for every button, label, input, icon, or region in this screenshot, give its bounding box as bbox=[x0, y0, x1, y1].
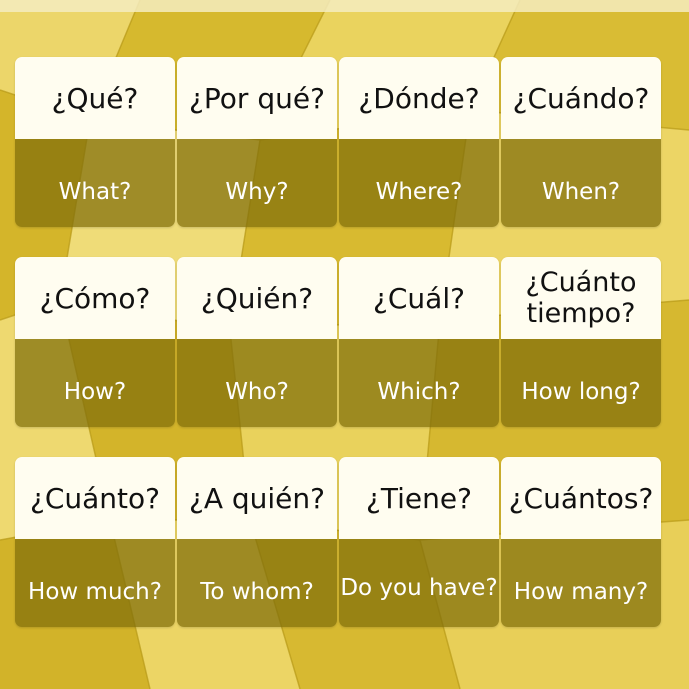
english-translation: How long? bbox=[501, 339, 661, 427]
card-cual: ¿Cuál? Which? bbox=[339, 257, 499, 427]
english-translation: What? bbox=[15, 139, 175, 227]
card-cuanto-tiempo: ¿Cuánto tiempo? How long? bbox=[501, 257, 661, 427]
spanish-word: ¿Cuándo? bbox=[501, 57, 661, 139]
english-translation: Do you have? bbox=[339, 539, 499, 627]
english-translation: To whom? bbox=[177, 539, 337, 627]
english-translation: Why? bbox=[177, 139, 337, 227]
card-a-quien: ¿A quién? To whom? bbox=[177, 457, 337, 627]
spanish-word: ¿A quién? bbox=[177, 457, 337, 539]
spanish-word: ¿Por qué? bbox=[177, 57, 337, 139]
english-translation: How many? bbox=[501, 539, 661, 627]
spanish-word: ¿Quién? bbox=[177, 257, 337, 339]
spanish-word: ¿Tiene? bbox=[339, 457, 499, 539]
english-translation: How much? bbox=[15, 539, 175, 627]
english-translation: Who? bbox=[177, 339, 337, 427]
english-translation: When? bbox=[501, 139, 661, 227]
card-donde: ¿Dónde? Where? bbox=[339, 57, 499, 227]
card-cuando: ¿Cuándo? When? bbox=[501, 57, 661, 227]
spanish-word: ¿Cómo? bbox=[15, 257, 175, 339]
spanish-word: ¿Cuántos? bbox=[501, 457, 661, 539]
english-translation: Where? bbox=[339, 139, 499, 227]
card-como: ¿Cómo? How? bbox=[15, 257, 175, 427]
card-cuantos: ¿Cuántos? How many? bbox=[501, 457, 661, 627]
spanish-word: ¿Cuánto? bbox=[15, 457, 175, 539]
card-por-que: ¿Por qué? Why? bbox=[177, 57, 337, 227]
english-translation: How? bbox=[15, 339, 175, 427]
card-tiene: ¿Tiene? Do you have? bbox=[339, 457, 499, 627]
card-cuanto: ¿Cuánto? How much? bbox=[15, 457, 175, 627]
english-translation: Which? bbox=[339, 339, 499, 427]
top-strip bbox=[0, 0, 689, 12]
spanish-word: ¿Dónde? bbox=[339, 57, 499, 139]
spanish-word: ¿Qué? bbox=[15, 57, 175, 139]
spanish-word: ¿Cuál? bbox=[339, 257, 499, 339]
card-que: ¿Qué? What? bbox=[15, 57, 175, 227]
card-quien: ¿Quién? Who? bbox=[177, 257, 337, 427]
spanish-word: ¿Cuánto tiempo? bbox=[501, 257, 661, 339]
